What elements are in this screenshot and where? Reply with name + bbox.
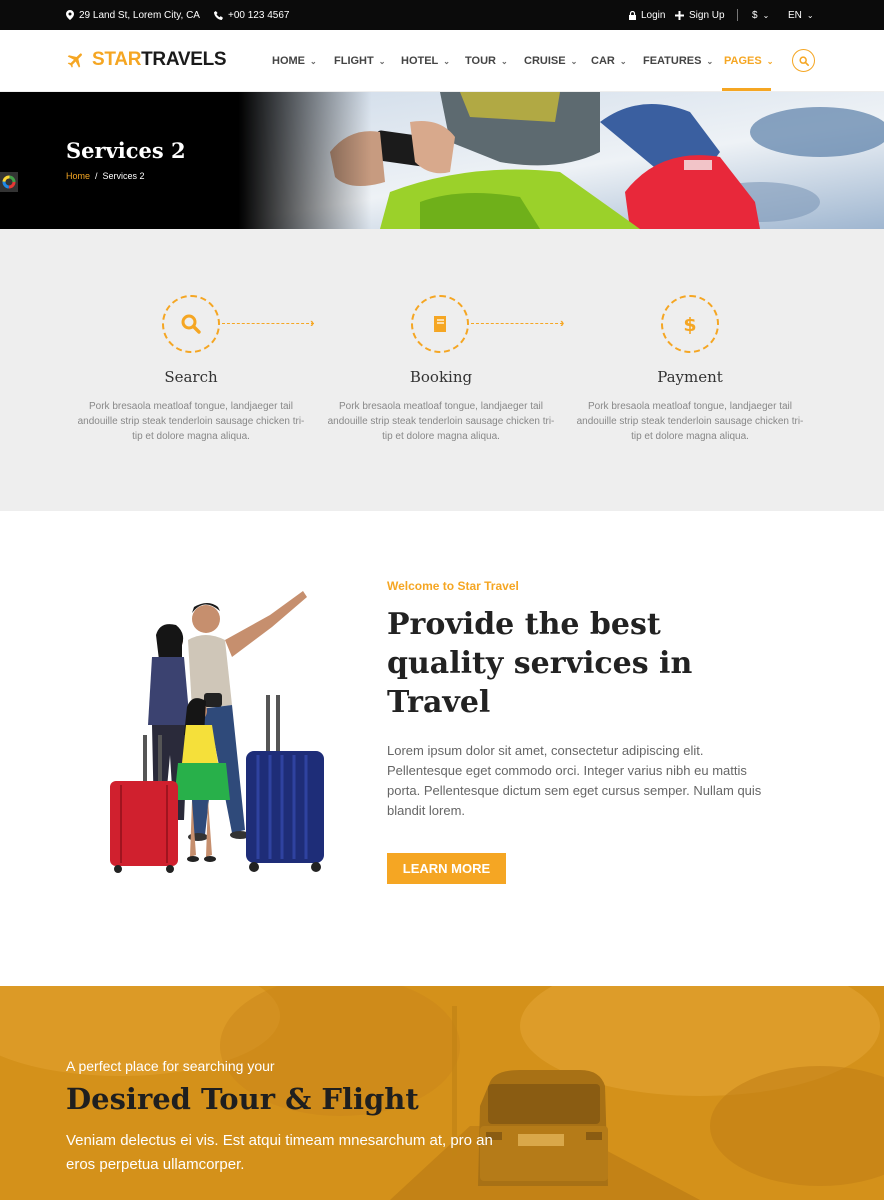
currency-select[interactable]: $ ⌄ xyxy=(752,0,769,30)
phone-icon xyxy=(214,10,223,20)
step-connector-line xyxy=(471,323,563,324)
nav-item-car[interactable]: CAR ⌄ xyxy=(591,30,627,92)
process-steps-section: Search Pork bresaola meatloaf tongue, la… xyxy=(0,229,884,511)
chevron-down-icon: ⌄ xyxy=(706,56,714,66)
active-nav-indicator xyxy=(722,88,771,91)
currency-value: $ xyxy=(752,9,758,21)
chevron-right-icon: › xyxy=(310,315,315,330)
language-value: EN xyxy=(788,9,802,21)
breadcrumb-home-link[interactable]: Home xyxy=(66,171,90,181)
section-description: Lorem ipsum dolor sit amet, consectetur … xyxy=(387,743,762,818)
chevron-right-icon: › xyxy=(560,315,565,330)
chevron-down-icon: ⌄ xyxy=(806,10,814,20)
step-description: Pork bresaola meatloaf tongue, landjaege… xyxy=(576,401,804,442)
language-select[interactable]: EN ⌄ xyxy=(788,0,814,30)
dollar-icon: $ xyxy=(683,314,696,335)
step-connector-line xyxy=(222,323,314,324)
chevron-down-icon: ⌄ xyxy=(570,56,578,66)
step-title: Payment xyxy=(657,368,723,386)
step-icon-circle: $ xyxy=(661,295,719,353)
plus-icon xyxy=(675,10,684,20)
phone-info: +00 123 4567 xyxy=(214,0,289,30)
section-eyebrow: Welcome to Star Travel xyxy=(387,579,519,593)
chevron-down-icon: ⌄ xyxy=(619,56,627,66)
book-icon xyxy=(434,316,446,332)
step-title: Booking xyxy=(409,368,473,386)
learn-more-button[interactable]: LEARN MORE xyxy=(387,853,506,884)
search-icon xyxy=(181,314,201,334)
logo[interactable]: STARTRAVELS xyxy=(66,48,227,72)
banner-description: Veniam delectus ei vis. Est atqui timeam… xyxy=(66,1132,493,1173)
step-description: Pork bresaola meatloaf tongue, landjaege… xyxy=(77,401,305,442)
topbar-divider xyxy=(737,9,738,21)
promo-banner: A perfect place for searching your Desir… xyxy=(0,986,884,1200)
search-icon xyxy=(798,55,809,66)
chevron-down-icon: ⌄ xyxy=(443,56,450,66)
color-switcher-button[interactable] xyxy=(0,172,18,192)
logo-text: STARTRAVELS xyxy=(92,49,227,70)
page-hero: Services 2 Home / Services 2 xyxy=(0,92,884,229)
breadcrumb: Home / Services 2 xyxy=(66,171,145,181)
address-text: 29 Land St, Lorem City, CA xyxy=(79,9,200,21)
nav-item-pages[interactable]: PAGES ⌄ xyxy=(724,30,773,92)
step-title: Search xyxy=(164,368,218,386)
lock-icon xyxy=(629,10,636,20)
nav-item-hotel[interactable]: HOTEL ⌄ xyxy=(401,30,450,92)
signup-label: Sign Up xyxy=(689,9,725,21)
top-bar: 29 Land St, Lorem City, CA +00 123 4567 … xyxy=(0,0,884,30)
nav-item-tour[interactable]: TOUR ⌄ xyxy=(465,30,508,92)
family-travel-image xyxy=(110,591,324,873)
page-title: Services 2 xyxy=(66,138,186,163)
signup-link[interactable]: Sign Up xyxy=(675,0,725,30)
nav-item-cruise[interactable]: CRUISE ⌄ xyxy=(524,30,577,92)
address-info: 29 Land St, Lorem City, CA xyxy=(66,0,200,30)
section-heading: Provide the best quality services in Tra… xyxy=(387,607,693,720)
login-link[interactable]: Login xyxy=(629,0,665,30)
step-description: Pork bresaola meatloaf tongue, landjaege… xyxy=(327,401,555,442)
step-icon-circle xyxy=(411,295,469,353)
banner-heading: Desired Tour & Flight xyxy=(66,1082,419,1116)
breadcrumb-current: Services 2 xyxy=(102,171,145,181)
color-wheel-icon xyxy=(2,175,16,189)
banner-eyebrow: A perfect place for searching your xyxy=(66,1058,275,1074)
nav-item-flight[interactable]: FLIGHT ⌄ xyxy=(334,30,385,92)
breadcrumb-separator: / xyxy=(95,171,98,181)
phone-text: +00 123 4567 xyxy=(228,9,290,21)
main-header: STARTRAVELS HOME ⌄ FLIGHT ⌄ HOTEL ⌄ TOUR ⌄ C… xyxy=(0,30,884,92)
login-label: Login xyxy=(641,9,666,21)
chevron-down-icon: ⌄ xyxy=(378,56,386,66)
svg-text:$: $ xyxy=(683,314,696,335)
nav-item-home[interactable]: HOME ⌄ xyxy=(272,30,317,92)
map-pin-icon xyxy=(66,10,74,20)
chevron-down-icon: ⌄ xyxy=(310,56,317,66)
nav-item-features[interactable]: FEATURES ⌄ xyxy=(643,30,713,92)
search-button[interactable] xyxy=(792,49,815,72)
chevron-down-icon: ⌄ xyxy=(766,56,774,66)
chevron-down-icon: ⌄ xyxy=(500,56,508,66)
step-icon-circle xyxy=(162,295,220,353)
plane-icon xyxy=(67,53,82,68)
chevron-down-icon: ⌄ xyxy=(762,10,770,20)
